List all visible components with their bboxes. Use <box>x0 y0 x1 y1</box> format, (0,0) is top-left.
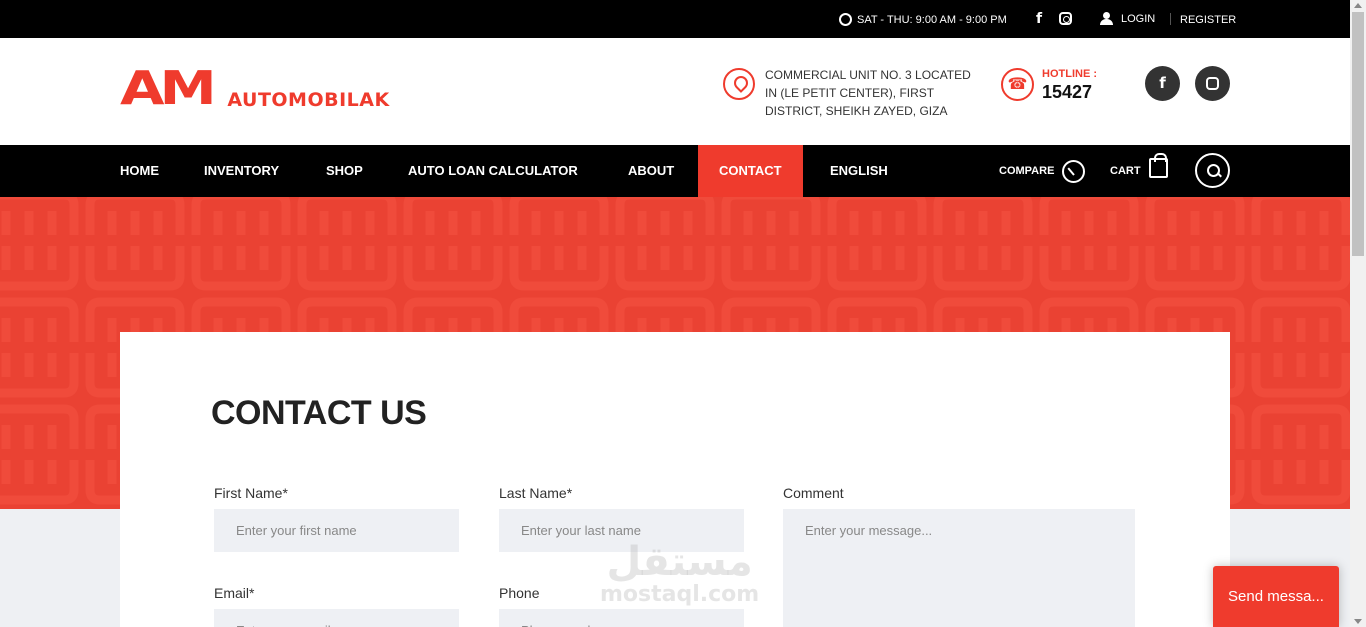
phone-field[interactable] <box>499 609 744 627</box>
speedometer-icon <box>1062 159 1086 183</box>
email-field[interactable] <box>214 609 459 627</box>
scroll-thumb[interactable] <box>1352 12 1364 256</box>
clock-icon <box>839 13 852 26</box>
register-link[interactable]: REGISTER <box>1180 14 1236 26</box>
facebook-icon[interactable]: f <box>1145 66 1180 101</box>
nav-item-home[interactable]: HOME <box>120 145 159 197</box>
scroll-up-arrow-icon[interactable] <box>1354 3 1362 8</box>
last-name-label: Last Name* <box>499 485 573 501</box>
email-label: Email* <box>214 585 255 601</box>
send-message-button[interactable]: Send messa... <box>1213 566 1339 627</box>
nav-item-about[interactable]: ABOUT <box>628 145 674 197</box>
main-nav: HOME INVENTORY SHOP AUTO LOAN CALCULATOR… <box>0 145 1350 197</box>
nav-item-auto-loan-calculator[interactable]: AUTO LOAN CALCULATOR <box>408 145 578 197</box>
watermark-arabic: مستقل <box>606 539 753 585</box>
page-scrollbar[interactable] <box>1350 0 1366 627</box>
top-bar: SAT - THU: 9:00 AM - 9:00 PM f LOGIN REG… <box>0 0 1350 38</box>
first-name-label: First Name* <box>214 485 288 501</box>
divider <box>1170 13 1171 25</box>
nav-item-english[interactable]: ENGLISH <box>830 145 888 197</box>
shopping-bag-icon <box>1148 153 1168 179</box>
phone-icon: ☎ <box>1001 68 1034 101</box>
instagram-icon[interactable] <box>1195 66 1230 101</box>
scroll-down-arrow-icon[interactable] <box>1354 619 1362 624</box>
logo-text: AUTOMOBILAK <box>227 89 390 111</box>
login-label: LOGIN <box>1121 12 1156 25</box>
opening-hours-text: SAT - THU: 9:00 AM - 9:00 PM <box>857 13 1007 26</box>
nav-item-shop[interactable]: SHOP <box>326 145 363 197</box>
location-pin-icon <box>723 68 755 100</box>
address-text: COMMERCIAL UNIT NO. 3 LOCATED IN (LE PET… <box>765 68 971 118</box>
nav-item-contact[interactable]: CONTACT <box>698 145 803 197</box>
page-title: CONTACT US <box>211 394 427 432</box>
first-name-field[interactable] <box>214 509 459 552</box>
watermark: مستقل mostaql.com <box>600 540 759 606</box>
opening-hours: SAT - THU: 9:00 AM - 9:00 PM <box>839 13 1007 26</box>
search-button[interactable] <box>1195 153 1230 188</box>
hotline-number[interactable]: 15427 <box>1042 82 1092 103</box>
site-logo[interactable]: AM AUTOMOBILAK <box>120 61 390 115</box>
hotline-label: HOTLINE : <box>1042 68 1097 80</box>
nav-item-inventory[interactable]: INVENTORY <box>204 145 279 197</box>
compare-label: COMPARE <box>999 165 1055 177</box>
instagram-icon[interactable] <box>1059 12 1072 25</box>
user-icon <box>1100 12 1113 25</box>
logo-mark: AM <box>120 61 217 115</box>
watermark-latin: mostaql.com <box>600 582 760 607</box>
facebook-icon[interactable]: f <box>1036 11 1042 27</box>
compare-link[interactable]: COMPARE <box>999 145 1086 197</box>
cart-link[interactable]: CART <box>1110 145 1168 197</box>
login-link[interactable]: LOGIN <box>1100 12 1155 25</box>
cart-label: CART <box>1110 165 1141 177</box>
comment-field[interactable] <box>783 509 1135 627</box>
phone-label: Phone <box>499 585 540 601</box>
comment-label: Comment <box>783 485 844 501</box>
site-header: AM AUTOMOBILAK COMMERCIAL UNIT NO. 3 LOC… <box>0 38 1350 145</box>
